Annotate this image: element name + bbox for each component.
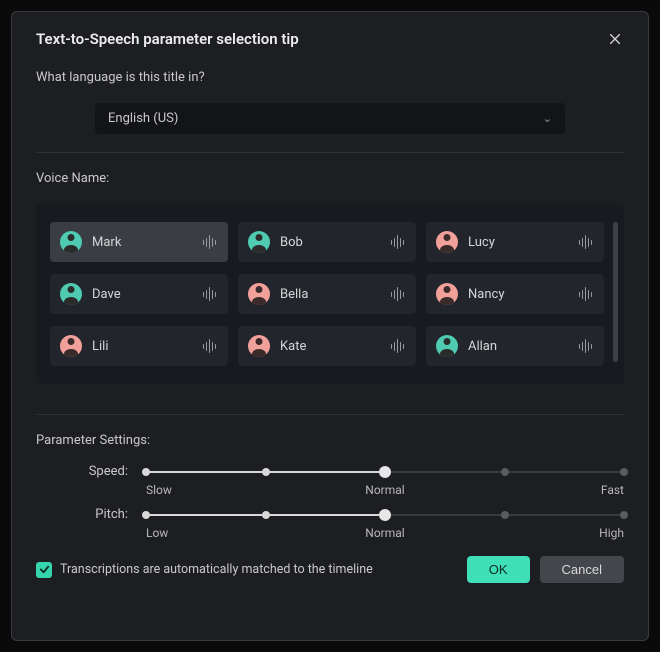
audio-wave-icon[interactable] [391,287,405,301]
scrollbar[interactable] [613,222,618,362]
avatar-icon [60,283,82,305]
dialog-title: Text-to-Speech parameter selection tip [36,30,299,48]
voice-item-kate[interactable]: Kate [238,326,416,366]
audio-wave-icon[interactable] [579,235,593,249]
speed-slider[interactable] [146,465,624,479]
avatar-icon [436,231,458,253]
language-select[interactable]: English (US) ⌄ [95,103,565,134]
voice-item-nancy[interactable]: Nancy [426,274,604,314]
pitch-low-label: Low [146,526,168,540]
speed-label: Speed: [36,464,146,479]
transcription-checkbox[interactable] [36,562,52,578]
voice-item-bella[interactable]: Bella [238,274,416,314]
close-button[interactable] [606,30,624,48]
audio-wave-icon[interactable] [203,339,217,353]
pitch-label: Pitch: [36,507,146,522]
voice-name-label: Dave [92,287,203,302]
chevron-down-icon: ⌄ [543,112,552,125]
voice-grid: Mark Bob Lucy Dave Bella Nancy Lili Kate Allan [36,204,624,384]
language-question: What language is this title in? [36,70,624,85]
ok-button[interactable]: OK [467,556,530,583]
voice-name-label: Lili [92,339,203,354]
pitch-slider-thumb[interactable] [379,509,391,521]
avatar-icon [436,283,458,305]
audio-wave-icon[interactable] [391,235,405,249]
avatar-icon [248,231,270,253]
voice-item-allan[interactable]: Allan [426,326,604,366]
avatar-icon [248,335,270,357]
voice-item-dave[interactable]: Dave [50,274,228,314]
divider [36,152,624,153]
voice-item-lucy[interactable]: Lucy [426,222,604,262]
voice-name-label: Lucy [468,235,579,250]
voice-item-lili[interactable]: Lili [50,326,228,366]
voice-name-label: Mark [92,235,203,250]
pitch-mid-label: Normal [365,526,404,540]
transcription-checkbox-label: Transcriptions are automatically matched… [60,562,373,577]
voice-item-bob[interactable]: Bob [238,222,416,262]
voice-item-mark[interactable]: Mark [50,222,228,262]
language-selected-value: English (US) [108,111,178,126]
voice-name-label: Kate [280,339,391,354]
avatar-icon [60,335,82,357]
voice-name-label: Bob [280,235,391,250]
avatar-icon [436,335,458,357]
audio-wave-icon[interactable] [579,287,593,301]
audio-wave-icon[interactable] [203,287,217,301]
pitch-slider[interactable] [146,508,624,522]
audio-wave-icon[interactable] [579,339,593,353]
cancel-button[interactable]: Cancel [540,556,624,583]
close-icon [608,32,622,46]
divider [36,414,624,415]
pitch-high-label: High [599,526,624,540]
speed-slider-thumb[interactable] [379,466,391,478]
voice-name-label: Nancy [468,287,579,302]
voice-name-label: Bella [280,287,391,302]
speed-mid-label: Normal [365,483,404,497]
dialog-header: Text-to-Speech parameter selection tip [36,30,624,48]
tts-dialog: Text-to-Speech parameter selection tip W… [11,11,649,641]
parameter-settings-label: Parameter Settings: [36,433,624,448]
voice-name-label: Allan [468,339,579,354]
speed-low-label: Slow [146,483,172,497]
audio-wave-icon[interactable] [203,235,217,249]
voice-name-label: Voice Name: [36,171,624,186]
audio-wave-icon[interactable] [391,339,405,353]
check-icon [39,564,50,575]
avatar-icon [248,283,270,305]
avatar-icon [60,231,82,253]
speed-high-label: Fast [601,483,624,497]
